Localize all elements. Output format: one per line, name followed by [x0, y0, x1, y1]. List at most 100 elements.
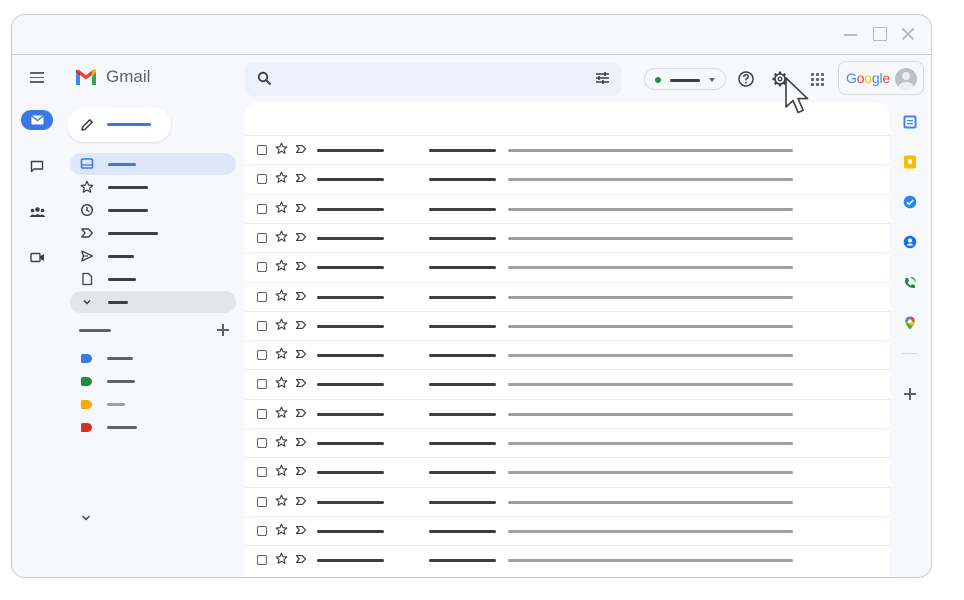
- nav-drafts[interactable]: [70, 268, 236, 290]
- star-icon[interactable]: [275, 435, 288, 448]
- mail-row[interactable]: [245, 515, 890, 545]
- mail-row[interactable]: [245, 457, 890, 486]
- rail-chat[interactable]: [21, 156, 53, 176]
- row-checkbox[interactable]: [257, 350, 267, 361]
- important-icon[interactable]: [295, 172, 307, 184]
- important-icon[interactable]: [295, 290, 307, 302]
- important-icon[interactable]: [295, 407, 307, 419]
- get-addons-icon[interactable]: [904, 388, 916, 400]
- maximize-icon[interactable]: [871, 25, 889, 43]
- mail-row[interactable]: [245, 135, 890, 164]
- row-checkbox[interactable]: [257, 525, 267, 536]
- star-icon[interactable]: [275, 406, 288, 419]
- nav-snoozed[interactable]: [70, 199, 236, 221]
- important-icon[interactable]: [295, 436, 307, 448]
- nav-more[interactable]: [70, 291, 236, 313]
- important-icon[interactable]: [295, 377, 307, 389]
- mail-row[interactable]: [245, 398, 890, 428]
- search-icon[interactable]: [257, 71, 272, 86]
- important-icon[interactable]: [295, 553, 307, 565]
- contacts-icon[interactable]: [903, 235, 917, 249]
- row-checkbox[interactable]: [257, 555, 267, 566]
- rail-meet[interactable]: [21, 247, 53, 267]
- nav-inbox[interactable]: [70, 153, 236, 175]
- star-icon[interactable]: [275, 230, 288, 243]
- row-checkbox[interactable]: [257, 320, 267, 331]
- row-checkbox[interactable]: [257, 174, 267, 185]
- nav-starred[interactable]: [70, 176, 236, 198]
- star-icon[interactable]: [275, 289, 288, 302]
- row-checkbox[interactable]: [257, 262, 267, 273]
- snippet-placeholder: [508, 500, 793, 504]
- row-checkbox[interactable]: [257, 291, 267, 302]
- account-switcher[interactable]: Google: [838, 61, 924, 95]
- important-icon[interactable]: [295, 319, 307, 331]
- important-icon[interactable]: [295, 202, 307, 214]
- star-icon[interactable]: [275, 523, 288, 536]
- keep-icon[interactable]: [903, 155, 917, 169]
- mail-row[interactable]: [245, 545, 890, 574]
- voice-icon[interactable]: [903, 276, 917, 290]
- row-checkbox[interactable]: [257, 232, 267, 243]
- mail-row[interactable]: [245, 222, 890, 252]
- mail-row[interactable]: [245, 310, 890, 340]
- star-icon[interactable]: [275, 259, 288, 272]
- nav-sent[interactable]: [70, 245, 236, 267]
- close-icon[interactable]: [899, 25, 917, 43]
- mail-row[interactable]: [245, 369, 890, 398]
- rail-spaces[interactable]: [21, 202, 53, 222]
- add-label-icon[interactable]: [217, 324, 229, 336]
- row-checkbox[interactable]: [257, 496, 267, 507]
- search-options-icon[interactable]: [595, 71, 610, 85]
- mail-row[interactable]: [245, 281, 890, 311]
- row-checkbox[interactable]: [257, 145, 267, 155]
- star-icon[interactable]: [275, 552, 288, 565]
- important-icon[interactable]: [295, 348, 307, 360]
- row-checkbox[interactable]: [257, 467, 267, 478]
- mail-row[interactable]: [245, 252, 890, 281]
- row-checkbox[interactable]: [257, 203, 267, 214]
- mail-row[interactable]: [245, 486, 890, 516]
- mail-row[interactable]: [245, 193, 890, 223]
- status-selector[interactable]: [644, 68, 726, 90]
- important-icon[interactable]: [295, 143, 307, 155]
- label-item[interactable]: [81, 398, 161, 412]
- nav-important[interactable]: [70, 222, 236, 244]
- mail-row[interactable]: [245, 428, 890, 457]
- rail-mail[interactable]: [21, 110, 53, 130]
- star-icon[interactable]: [275, 347, 288, 360]
- calendar-icon[interactable]: [903, 115, 917, 129]
- star-icon[interactable]: [275, 494, 288, 507]
- mail-row[interactable]: [245, 164, 890, 193]
- row-checkbox[interactable]: [257, 438, 267, 448]
- star-icon[interactable]: [275, 142, 288, 155]
- label-item[interactable]: [81, 375, 161, 389]
- row-checkbox[interactable]: [257, 379, 267, 390]
- star-icon[interactable]: [275, 464, 288, 477]
- star-icon[interactable]: [275, 318, 288, 331]
- star-icon[interactable]: [275, 171, 288, 184]
- main-menu-icon[interactable]: [30, 71, 44, 83]
- minimize-icon[interactable]: [842, 25, 860, 43]
- row-checkbox[interactable]: [257, 408, 267, 419]
- important-icon[interactable]: [295, 465, 307, 477]
- search-bar[interactable]: [245, 62, 621, 96]
- label-tag-icon: [81, 400, 92, 409]
- gmail-logo[interactable]: Gmail: [75, 67, 165, 89]
- important-icon[interactable]: [295, 231, 307, 243]
- important-icon[interactable]: [295, 260, 307, 272]
- important-icon[interactable]: [295, 495, 307, 507]
- label-item[interactable]: [81, 352, 161, 366]
- send-icon: [81, 250, 94, 262]
- chevron-down-icon[interactable]: [80, 513, 92, 523]
- compose-button[interactable]: [67, 108, 171, 142]
- avatar[interactable]: [895, 68, 917, 90]
- star-icon[interactable]: [275, 376, 288, 389]
- label-item[interactable]: [81, 421, 161, 435]
- help-icon[interactable]: [737, 70, 755, 88]
- mail-row[interactable]: [245, 340, 890, 369]
- important-icon[interactable]: [295, 524, 307, 536]
- maps-icon[interactable]: [903, 316, 917, 330]
- star-icon[interactable]: [275, 201, 288, 214]
- tasks-icon[interactable]: [903, 195, 917, 209]
